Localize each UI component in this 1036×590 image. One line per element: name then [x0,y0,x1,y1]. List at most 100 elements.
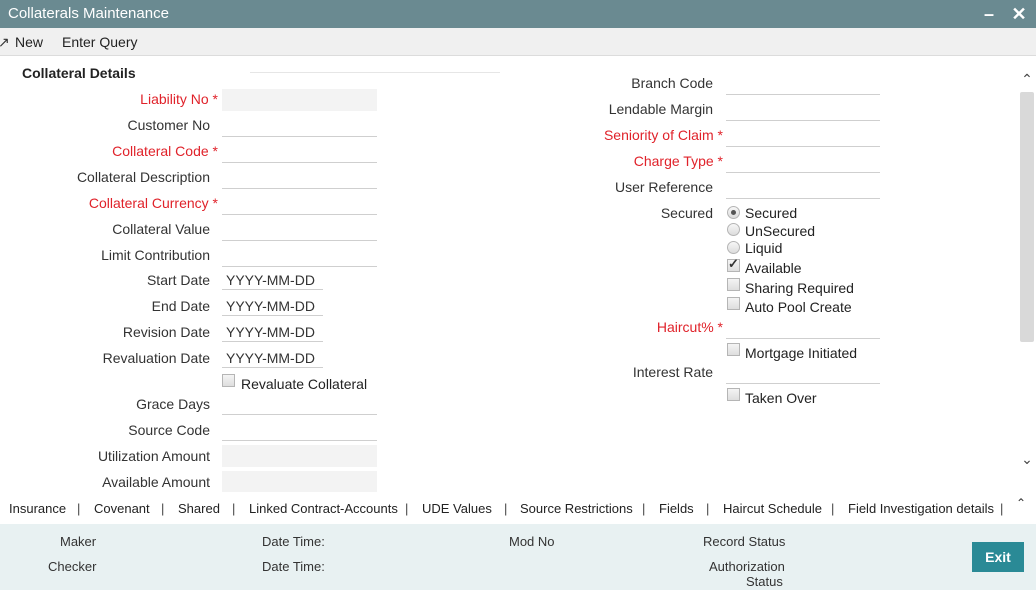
collateral-currency-label: Collateral Currency * [88,195,218,211]
unsecured-option-label: UnSecured [745,223,816,239]
interest-rate-label: Interest Rate [632,364,713,380]
window-titlebar: Collaterals Maintenance – ✕ [0,0,1036,28]
start-date-label: Start Date [146,272,210,288]
mod-no-label: Mod No [509,534,555,549]
audit-footer: Maker Checker Date Time: Date Time: Mod … [0,524,1036,590]
lendable-margin-label: Lendable Margin [608,101,713,117]
revision-date-input[interactable]: YYYY-MM-DD [222,320,323,342]
scroll-down-icon[interactable]: ⌄ [1019,452,1035,466]
scrollbar-thumb[interactable] [1020,92,1034,342]
checker-label: Checker [48,559,97,574]
sharing-required-checkbox[interactable] [727,278,740,291]
grace-days-label: Grace Days [136,396,210,412]
revision-date-label: Revision Date [122,324,210,340]
tab-ude-values[interactable]: UDE Values [422,501,492,516]
enter-query-button[interactable]: Enter Query [62,34,137,50]
collateral-description-input[interactable] [222,167,377,189]
lendable-margin-input[interactable] [726,99,880,121]
minimize-button[interactable]: – [978,3,1000,25]
auto-pool-create-label: Auto Pool Create [745,299,852,315]
start-date-input[interactable]: YYYY-MM-DD [222,268,323,290]
toolbar: New Enter Query [0,28,1036,56]
utilization-amount-label: Utilization Amount [97,448,210,464]
liquid-radio[interactable] [727,241,740,254]
taken-over-checkbox[interactable] [727,388,740,401]
available-amount-input[interactable] [222,471,377,492]
close-button[interactable]: ✕ [1008,3,1030,25]
tab-linked-contract-accounts[interactable]: Linked Contract-Accounts [249,501,398,516]
interest-rate-input[interactable] [726,362,880,384]
available-label: Available [745,260,802,276]
tab-separator: | [706,501,710,516]
authorization-status-label-line2: Status [746,574,783,589]
tab-haircut-schedule[interactable]: Haircut Schedule [723,501,822,516]
secured-radio[interactable] [727,206,740,219]
scroll-up-icon[interactable]: ⌃ [1019,72,1035,86]
tab-separator: | [232,501,236,516]
collateral-currency-input[interactable] [222,193,377,215]
collateral-description-label: Collateral Description [76,169,210,185]
available-checkbox[interactable] [727,256,740,272]
charge-type-input[interactable] [726,151,880,173]
revaluation-date-input[interactable]: YYYY-MM-DD [222,346,323,368]
taken-over-label: Taken Over [745,390,817,406]
collateral-code-input[interactable] [222,141,377,163]
customer-no-input[interactable] [222,115,377,137]
sharing-required-label: Sharing Required [745,280,854,296]
branch-code-input[interactable] [726,73,880,95]
tab-shared[interactable]: Shared [178,501,220,516]
tab-separator: | [831,501,835,516]
liability-no-input[interactable] [222,89,377,111]
record-status-label: Record Status [703,534,786,549]
available-amount-label: Available Amount [102,474,210,490]
revaluate-collateral-label: Revaluate Collateral [241,376,368,392]
end-date-input[interactable]: YYYY-MM-DD [222,294,323,316]
unsecured-radio[interactable] [727,223,740,236]
liability-no-label: Liability No * [140,91,218,107]
tab-source-restrictions[interactable]: Source Restrictions [520,501,633,516]
auto-pool-create-checkbox[interactable] [727,297,740,310]
tab-insurance[interactable]: Insurance [9,501,66,516]
collateral-value-input[interactable] [222,219,377,241]
checker-date-time-label: Date Time: [262,559,325,574]
collateral-value-label: Collateral Value [112,221,210,237]
chevron-up-icon[interactable]: ⌃ [1016,496,1026,510]
haircut-input[interactable] [726,317,880,339]
mortgage-initiated-checkbox[interactable] [727,343,740,356]
branch-code-label: Branch Code [631,75,713,91]
tab-covenant[interactable]: Covenant [94,501,150,516]
secured-label: Secured [660,205,713,221]
user-reference-label: User Reference [614,179,713,195]
tab-field-investigation-details[interactable]: Field Investigation details [848,501,994,516]
liquid-option-label: Liquid [745,240,783,256]
window-title: Collaterals Maintenance [8,5,169,22]
tab-separator: | [405,501,409,516]
form-content: Collateral Details Liability No * Custom… [0,56,1036,492]
limit-contribution-input[interactable] [222,245,377,267]
authorization-status-label-line1: Authorization [709,559,785,574]
section-title: Collateral Details [22,65,136,81]
exit-button[interactable]: Exit [972,542,1024,572]
subsystem-tabs: Insurance | Covenant | Shared | Linked C… [0,492,1036,524]
tab-separator: | [1000,501,1004,516]
maker-date-time-label: Date Time: [262,534,325,549]
limit-contribution-label: Limit Contribution [101,247,210,263]
mortgage-initiated-label: Mortgage Initiated [745,345,858,361]
revaluate-collateral-checkbox[interactable] [222,374,235,387]
grace-days-input[interactable] [222,393,377,415]
user-reference-input[interactable] [726,177,880,199]
secured-option-label: Secured [745,205,798,221]
source-code-input[interactable] [222,419,377,441]
source-code-label: Source Code [128,422,210,438]
utilization-amount-input[interactable] [222,445,377,467]
tab-fields[interactable]: Fields [659,501,694,516]
maker-label: Maker [60,534,97,549]
revaluation-date-label: Revaluation Date [102,350,210,366]
tab-separator: | [642,501,646,516]
tab-separator: | [77,501,81,516]
new-button[interactable]: New [15,34,43,50]
end-date-label: End Date [151,298,210,314]
section-divider [250,72,500,73]
tab-separator: | [161,501,165,516]
seniority-of-claim-input[interactable] [726,125,880,147]
